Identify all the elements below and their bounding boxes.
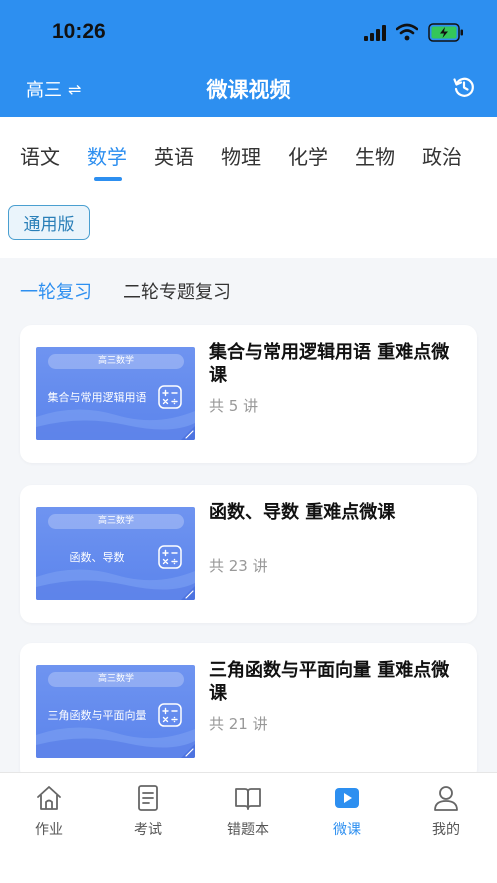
- course-thumbnail: 高三数学 函数、导数: [36, 507, 195, 600]
- status-bar: 10:26: [0, 0, 497, 58]
- lesson-count: 共 21 讲: [209, 715, 268, 733]
- course-card[interactable]: 高三数学 集合与常用逻辑用语 集合与常用逻辑用语 重难点微课 共 5 讲: [20, 325, 477, 463]
- bottom-tab-bar: 作业 考试 错题本 微课 我的: [0, 772, 497, 883]
- active-tab-indicator: [94, 177, 122, 181]
- course-thumbnail: 高三数学 三角函数与平面向量: [36, 665, 195, 758]
- course-title: 集合与常用逻辑用语 重难点微课: [209, 342, 450, 386]
- cellular-signal-icon: [364, 25, 386, 41]
- course-title: 函数、导数 重难点微课: [209, 502, 396, 523]
- page-title: 微课视频: [206, 78, 291, 102]
- bottom-tab-microclass[interactable]: 微课: [307, 783, 387, 839]
- book-icon: [235, 788, 261, 810]
- thumb-tag: 高三数学: [48, 354, 184, 369]
- history-icon[interactable]: [452, 75, 476, 99]
- pen-icon: [181, 744, 195, 758]
- tab-chinese[interactable]: 语文: [20, 141, 60, 170]
- bottom-tab-label: 考试: [134, 822, 162, 838]
- tab-first-round-review[interactable]: 一轮复习: [20, 278, 92, 304]
- subject-tabs: 语文 数学 英语 物理 化学 生物 政治: [0, 117, 497, 183]
- home-icon: [37, 786, 61, 810]
- thumb-title: 集合与常用逻辑用语: [47, 391, 147, 404]
- person-icon: [434, 786, 458, 811]
- bottom-tab-exam[interactable]: 考试: [108, 783, 188, 839]
- bottom-tab-mistake-book[interactable]: 错题本: [208, 783, 288, 839]
- course-title: 三角函数与平面向量 重难点微课: [209, 660, 450, 704]
- bottom-tab-homework[interactable]: 作业: [9, 783, 89, 839]
- course-thumbnail: 高三数学 集合与常用逻辑用语: [36, 347, 195, 440]
- nav-bar: 高三 ⇌ 微课视频: [0, 62, 497, 114]
- thumb-title: 函数、导数: [69, 551, 125, 564]
- pen-icon: [181, 586, 195, 600]
- lesson-count: 共 5 讲: [209, 397, 259, 415]
- thumb-tag: 高三数学: [48, 672, 184, 687]
- calculator-icon: [158, 385, 182, 409]
- status-time: 10:26: [52, 20, 106, 43]
- version-chip[interactable]: 通用版: [8, 205, 90, 240]
- bottom-tab-profile[interactable]: 我的: [406, 783, 486, 839]
- wifi-icon: [396, 23, 418, 41]
- tab-chemistry[interactable]: 化学: [288, 141, 328, 170]
- bottom-tab-label: 我的: [432, 822, 460, 838]
- battery-icon: [428, 23, 463, 42]
- tab-fade: [467, 117, 497, 183]
- tab-physics[interactable]: 物理: [221, 141, 261, 170]
- version-filter: 通用版: [0, 183, 497, 258]
- bottom-tab-label: 作业: [35, 822, 63, 838]
- tab-politics[interactable]: 政治: [422, 141, 462, 170]
- course-card[interactable]: 高三数学 函数、导数 函数、导数 重难点微课 共 23 讲: [20, 485, 477, 623]
- pen-icon: [181, 426, 195, 440]
- app-header: 10:26 高三 ⇌ 微课视频: [0, 0, 497, 117]
- calculator-icon: [158, 545, 182, 569]
- tab-second-round-review[interactable]: 二轮专题复习: [123, 278, 231, 304]
- tab-math[interactable]: 数学: [87, 141, 127, 170]
- course-card[interactable]: 高三数学 三角函数与平面向量 三角函数与平面向量 重难点微课 共 21 讲: [20, 643, 477, 781]
- review-tabs: 一轮复习 二轮专题复习: [8, 258, 490, 320]
- play-icon: [335, 788, 359, 808]
- tab-biology[interactable]: 生物: [355, 141, 395, 170]
- lesson-count: 共 23 讲: [209, 557, 268, 575]
- thumb-tag: 高三数学: [48, 514, 184, 529]
- thumb-title: 三角函数与平面向量: [47, 709, 147, 722]
- tab-english[interactable]: 英语: [154, 141, 194, 170]
- bottom-tab-label: 微课: [333, 822, 361, 838]
- calculator-icon: [158, 703, 182, 727]
- bottom-tab-label: 错题本: [227, 822, 269, 838]
- document-icon: [138, 785, 158, 811]
